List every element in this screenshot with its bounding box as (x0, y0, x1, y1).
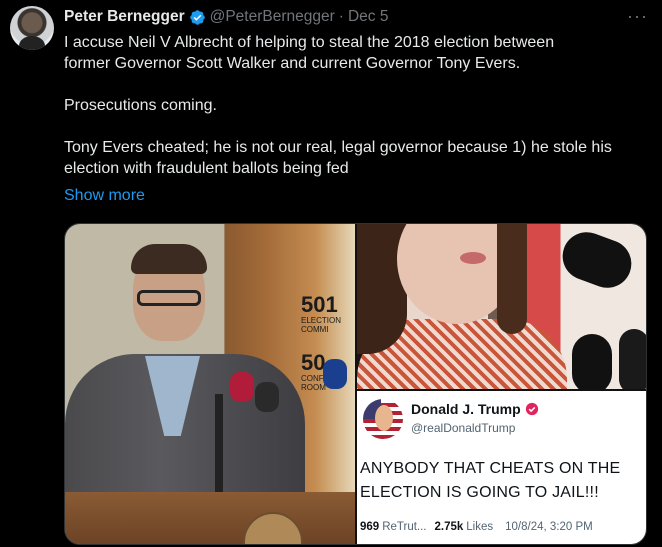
tweet-header: Peter Bernegger @PeterBernegger · Dec 5 … (64, 6, 648, 28)
lips (460, 252, 486, 264)
tweet-line-4: Prosecutions coming. (64, 97, 217, 114)
tweet-line-1: I accuse Neil V Albrecht of helping to s… (64, 34, 555, 51)
photo-woman-speaking[interactable] (357, 224, 646, 389)
embedded-avatar (363, 399, 403, 439)
author-avatar[interactable] (10, 6, 54, 50)
tweet-line-2: former Governor Scott Walker and current… (64, 55, 521, 72)
hair-right (497, 224, 527, 334)
podium (65, 492, 355, 544)
microphone-icon (619, 329, 646, 389)
microphone-icon (572, 334, 612, 389)
microphone-icon (323, 359, 347, 389)
show-more-link[interactable]: Show more (64, 187, 145, 205)
embedded-author-name: Donald J. Trump (411, 401, 521, 417)
likes-label: Likes (466, 521, 494, 533)
author-handle[interactable]: @PeterBernegger (210, 8, 335, 26)
mic-stand (215, 394, 223, 504)
more-options-icon[interactable]: ··· (627, 6, 648, 27)
tweet-line-7: election with fraudulent ballots being f… (64, 160, 349, 177)
microphone-icon (555, 225, 639, 295)
likes-count: 2.75k (434, 521, 464, 533)
photo-press-conference[interactable]: 501 ELECTION COMMI 50 CONFE ROOM (65, 224, 355, 544)
sign-number-1: 501 (301, 292, 338, 317)
media-grid[interactable]: 501 ELECTION COMMI 50 CONFE ROOM Donald … (64, 223, 647, 545)
tweet-line-6: Tony Evers cheated; he is not our real, … (64, 139, 612, 156)
tweet-text: I accuse Neil V Albrecht of helping to s… (64, 32, 654, 179)
microphone-icon (255, 382, 279, 412)
separator-dot: · (338, 8, 344, 25)
embedded-post-stats: 969 ReTrut... 2.75k Likes 10/8/24, 3:20 … (360, 521, 593, 533)
embedded-handle: @realDonaldTrump (411, 421, 516, 435)
speaker-hair (131, 244, 207, 274)
speaker-glasses (137, 290, 201, 306)
sign-text-1: ELECTION COMMI (301, 316, 342, 334)
retruths-count: 969 (360, 521, 380, 533)
embedded-post-date: 10/8/24, 3:20 PM (505, 521, 593, 533)
author-name[interactable]: Peter Bernegger (64, 8, 185, 26)
verified-badge-icon (189, 9, 206, 26)
embedded-author: Donald J. Trump (411, 401, 539, 417)
verified-badge-icon (525, 402, 538, 416)
retruths-label: ReTrut... (382, 521, 427, 533)
embedded-post-body: ANYBODY THAT CHEATS ON THE ELECTION IS G… (360, 460, 621, 501)
tweet-date[interactable]: Dec 5 (348, 8, 389, 26)
microphone-icon (230, 372, 254, 402)
embedded-post-screenshot[interactable]: Donald J. Trump @realDonaldTrump ANYBODY… (357, 391, 646, 544)
